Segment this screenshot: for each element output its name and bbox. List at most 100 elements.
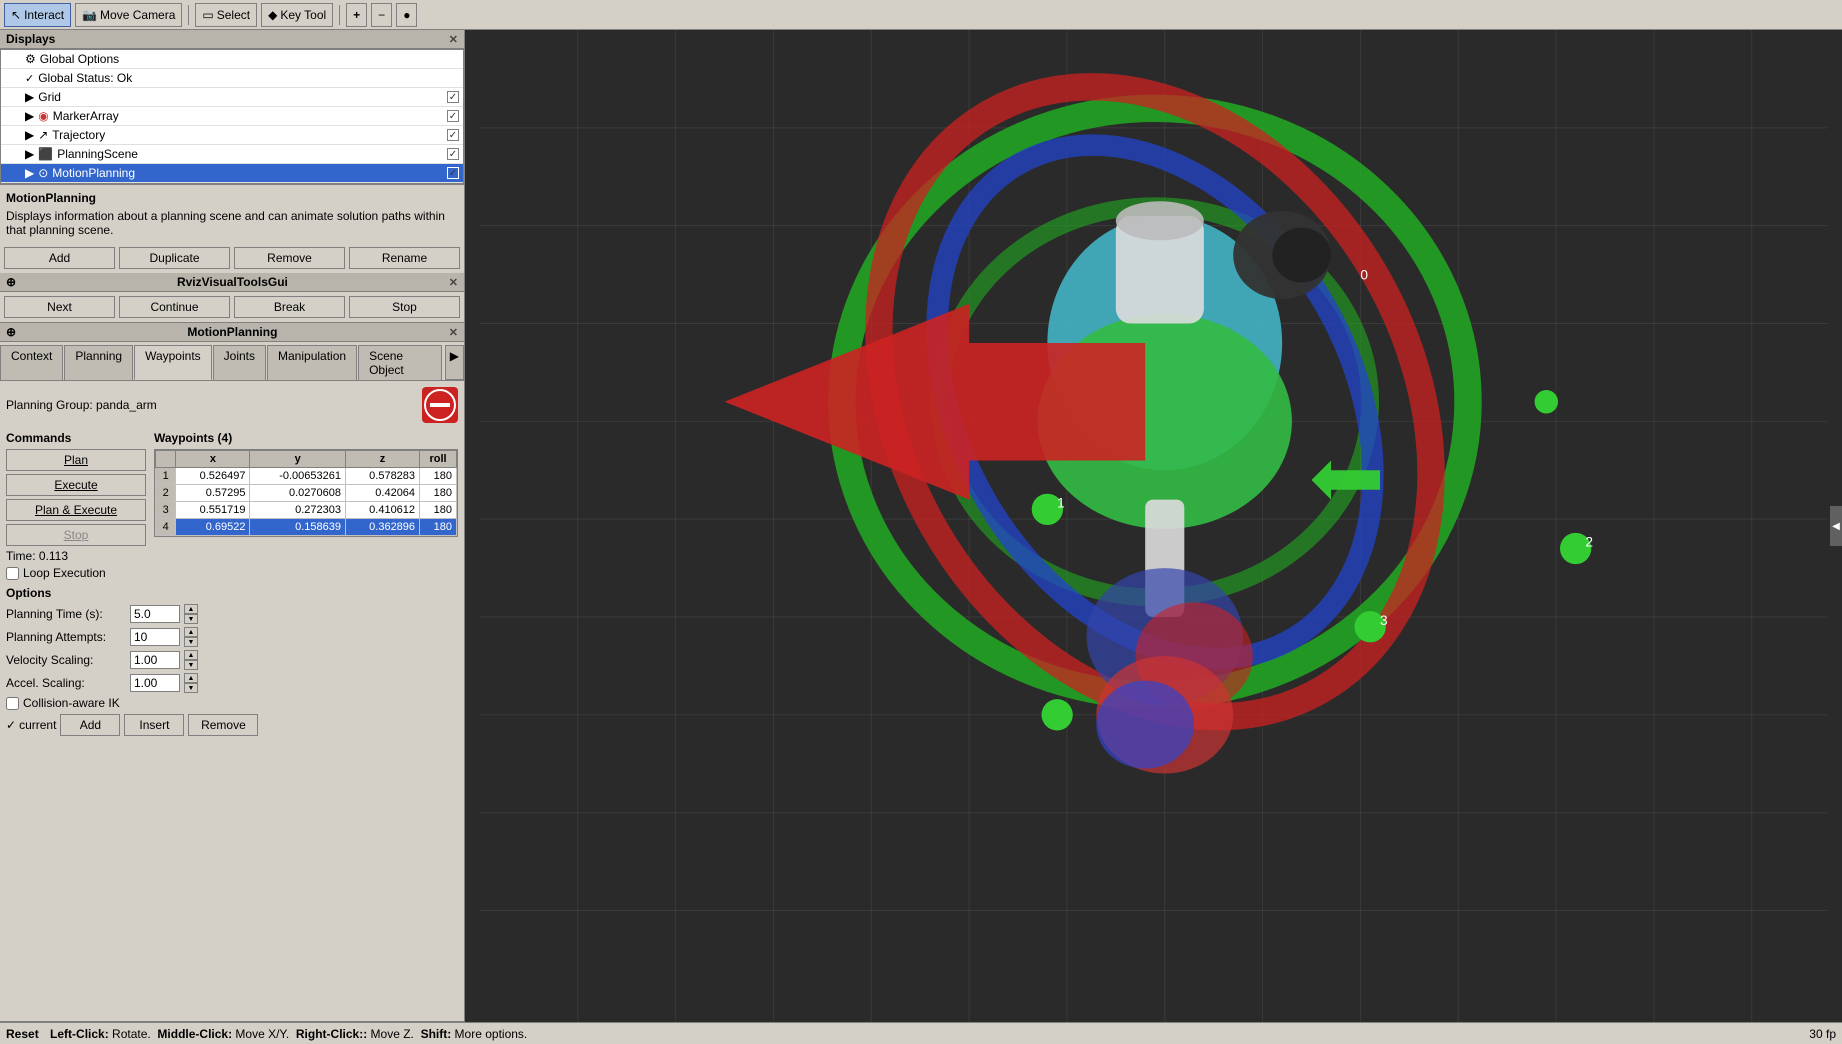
accel-down[interactable]: ▼	[184, 683, 198, 693]
planning-attempts-label: Planning Attempts:	[6, 630, 126, 644]
tab-planning[interactable]: Planning	[64, 345, 133, 380]
duplicate-button[interactable]: Duplicate	[119, 247, 230, 269]
wp-x: 0.526497	[176, 468, 250, 485]
stop-cmd-btn[interactable]: Stop	[6, 524, 146, 546]
next-button[interactable]: Next	[4, 296, 115, 318]
collision-ik-checkbox[interactable]	[6, 697, 19, 710]
tab-joints[interactable]: Joints	[213, 345, 266, 380]
select-button[interactable]: ▭ Select	[195, 3, 257, 27]
tab-scene-object[interactable]: Scene Object	[358, 345, 442, 380]
wp-row-num: 2	[156, 485, 176, 502]
display-item-trajectory[interactable]: ▶ ↗ Trajectory	[1, 126, 463, 145]
motion-content: Planning Group: panda_arm Commands Plan	[0, 381, 464, 742]
display-item-planningscene[interactable]: ▶ ⬛ PlanningScene	[1, 145, 463, 164]
svg-text:1: 1	[1057, 495, 1065, 510]
toolbar: ↖ Interact 📷 Move Camera ▭ Select ◆ Key …	[0, 0, 1842, 30]
planning-time-input[interactable]	[130, 605, 180, 623]
panel-resize-handle[interactable]: ◀	[1830, 506, 1842, 546]
tab-manipulation[interactable]: Manipulation	[267, 345, 357, 380]
wp-z: 0.42064	[345, 485, 419, 502]
accel-up[interactable]: ▲	[184, 673, 198, 683]
planningscene-checkbox[interactable]	[447, 148, 459, 160]
planning-attempts-up[interactable]: ▲	[184, 627, 198, 637]
rename-button[interactable]: Rename	[349, 247, 460, 269]
grid-checkbox[interactable]	[447, 91, 459, 103]
continue-button[interactable]: Continue	[119, 296, 230, 318]
add-button[interactable]: Add	[4, 247, 115, 269]
trajectory-checkbox[interactable]	[447, 129, 459, 141]
rviz-buttons: Next Continue Break Stop	[0, 292, 464, 322]
select-icon: ▭	[202, 8, 213, 22]
waypoints-table-container[interactable]: x y z roll 1 0.526497 -0.00653261 0.5782…	[154, 449, 458, 537]
planning-attempts-spinner: ▲ ▼	[184, 627, 198, 647]
display-item-motionplanning[interactable]: ▶ ⊙ MotionPlanning	[1, 164, 463, 183]
displays-section: Displays ✕ ⚙ Global Options ✓ Global Sta…	[0, 30, 464, 185]
tab-context[interactable]: Context	[0, 345, 63, 380]
plan-execute-btn[interactable]: Plan & Execute	[6, 499, 146, 521]
planning-time-down[interactable]: ▼	[184, 614, 198, 624]
rviz-icon: ⊕	[6, 275, 16, 289]
table-row[interactable]: 3 0.551719 0.272303 0.410612 180	[156, 502, 457, 519]
circle-button[interactable]: ●	[396, 3, 417, 27]
display-item-name: Global Status: Ok	[38, 71, 459, 85]
velocity-scaling-input[interactable]	[130, 651, 180, 669]
velocity-down[interactable]: ▼	[184, 660, 198, 670]
3d-viewport[interactable]: 1 2 3 0 ◀	[465, 30, 1842, 1022]
table-row[interactable]: 1 0.526497 -0.00653261 0.578283 180	[156, 468, 457, 485]
markerarray-checkbox[interactable]	[447, 110, 459, 122]
display-item-global-options[interactable]: ⚙ Global Options	[1, 50, 463, 69]
display-item-markerarray[interactable]: ▶ ◉ MarkerArray	[1, 107, 463, 126]
key-icon: ◆	[268, 8, 277, 22]
execute-btn[interactable]: Execute	[6, 474, 146, 496]
velocity-up[interactable]: ▲	[184, 650, 198, 660]
table-row[interactable]: 4 0.69522 0.158639 0.362896 180	[156, 519, 457, 536]
wp-insert-btn[interactable]: Insert	[124, 714, 184, 736]
motion-tabs: Context Planning Waypoints Joints Manipu…	[0, 342, 464, 381]
options-label: Options	[6, 586, 458, 600]
wp-controls: ✓ current Add Insert Remove	[6, 714, 458, 736]
wp-roll: 180	[420, 519, 457, 536]
accel-scaling-input[interactable]	[130, 674, 180, 692]
commands-col: Commands Plan Execute Plan & Execute Sto…	[6, 431, 146, 580]
stop-button[interactable]: Stop	[349, 296, 460, 318]
chevron-right-icon: ▶	[25, 90, 34, 104]
display-item-grid[interactable]: ▶ Grid	[1, 88, 463, 107]
options-section: Options Planning Time (s): ▲ ▼ Planning …	[6, 586, 458, 710]
key-tool-button[interactable]: ◆ Key Tool	[261, 3, 333, 27]
table-row[interactable]: 2 0.57295 0.0270608 0.42064 180	[156, 485, 457, 502]
planning-attempts-input[interactable]	[130, 628, 180, 646]
interact-button[interactable]: ↖ Interact	[4, 3, 71, 27]
remove-button[interactable]: Remove	[234, 247, 345, 269]
move-camera-button[interactable]: 📷 Move Camera	[75, 3, 182, 27]
planning-time-up[interactable]: ▲	[184, 604, 198, 614]
minus-button[interactable]: −	[371, 3, 392, 27]
svg-text:3: 3	[1380, 613, 1388, 628]
plus-button[interactable]: +	[346, 3, 367, 27]
select-label: Select	[217, 8, 250, 22]
key-tool-label: Key Tool	[280, 8, 326, 22]
time-label: Time: 0.113	[6, 549, 68, 563]
planning-attempts-down[interactable]: ▼	[184, 637, 198, 647]
loop-checkbox[interactable]	[6, 567, 19, 580]
display-item-global-status[interactable]: ✓ Global Status: Ok	[1, 69, 463, 88]
current-check: ✓ current	[6, 718, 56, 732]
wp-add-btn[interactable]: Add	[60, 714, 120, 736]
wp-row-num: 4	[156, 519, 176, 536]
wp-remove-btn[interactable]: Remove	[188, 714, 258, 736]
displays-close[interactable]: ✕	[449, 33, 458, 46]
tab-more-arrow[interactable]: ▶	[445, 345, 464, 380]
wp-x: 0.57295	[176, 485, 250, 502]
planning-group-row: Planning Group: panda_arm	[6, 387, 458, 423]
planning-time-label: Planning Time (s):	[6, 607, 126, 621]
time-row: Time: 0.113	[6, 549, 146, 563]
plan-btn[interactable]: Plan	[6, 449, 146, 471]
camera-icon: 📷	[82, 8, 97, 22]
break-button[interactable]: Break	[234, 296, 345, 318]
motionplanning-checkbox[interactable]	[447, 167, 459, 179]
rviz-close[interactable]: ✕	[449, 276, 458, 289]
svg-text:0: 0	[1360, 267, 1368, 282]
display-item-name: PlanningScene	[57, 147, 443, 161]
tab-waypoints[interactable]: Waypoints	[134, 345, 212, 380]
motion-section: ⊕ MotionPlanning ✕ Context Planning Wayp…	[0, 323, 464, 1022]
motion-close[interactable]: ✕	[449, 326, 458, 339]
